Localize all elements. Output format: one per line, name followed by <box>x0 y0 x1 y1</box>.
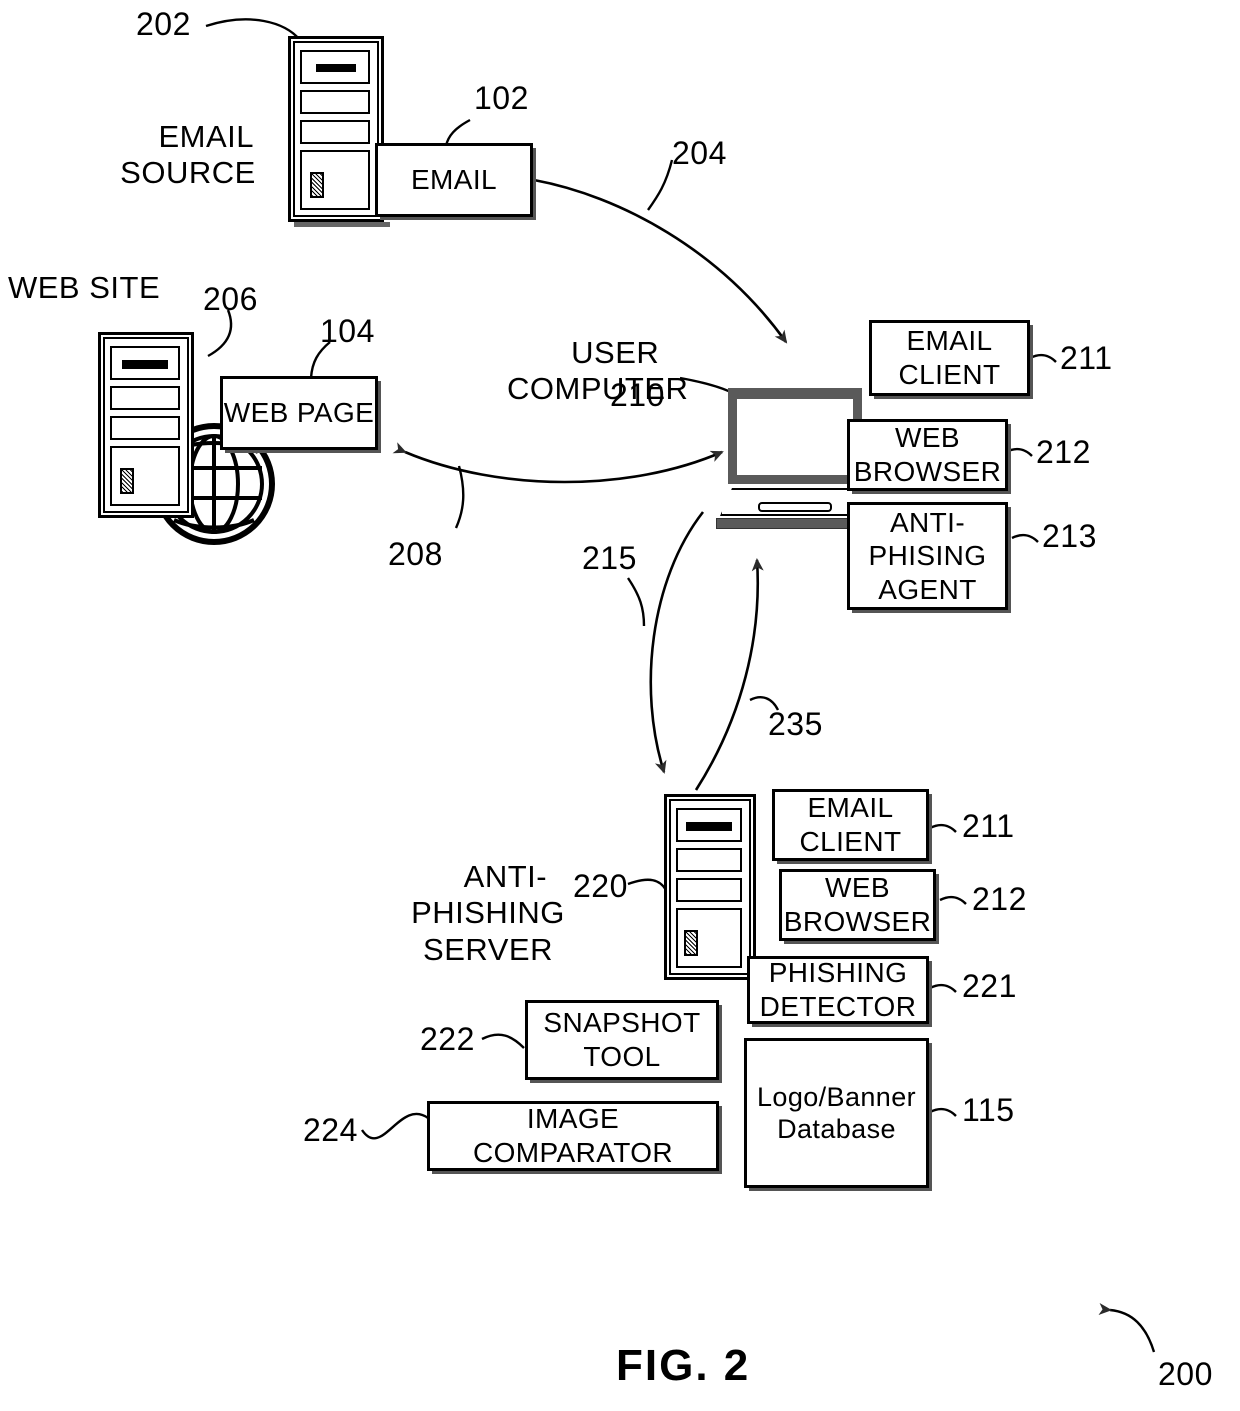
ref-202: 202 <box>136 6 191 42</box>
snapshot-tool-box: SNAPSHOT TOOL <box>525 1000 719 1080</box>
tower-bay-2 <box>676 848 742 872</box>
ref-200: 200 <box>1158 1356 1213 1392</box>
patent-figure-2: EMAIL SOURCE 202 EMAIL 102 204 WEB SITE … <box>0 0 1240 1411</box>
user-email-client-box: EMAIL CLIENT <box>869 320 1030 396</box>
ref-213-user: 213 <box>1042 518 1097 554</box>
tower-power-led <box>684 930 698 956</box>
tower-bay-3 <box>110 416 180 440</box>
figure-caption: FIG. 2 <box>616 1341 751 1390</box>
ref-212-user: 212 <box>1036 434 1091 470</box>
ref-235: 235 <box>768 706 823 742</box>
tower-shadow <box>294 222 390 227</box>
email-source-label: EMAIL SOURCE <box>120 118 256 191</box>
email-box: EMAIL <box>375 143 533 217</box>
ref-102: 102 <box>474 80 529 116</box>
laptop-screen <box>728 388 862 484</box>
tower-drive-slot <box>686 822 732 831</box>
tower-bay-3 <box>300 120 370 144</box>
tower-bay-1 <box>110 346 180 380</box>
user-computer-label: USER COMPUTER <box>507 334 689 407</box>
user-web-browser-box: WEB BROWSER <box>847 419 1008 491</box>
email-source-tower <box>288 36 390 227</box>
ref-206: 206 <box>203 281 258 317</box>
ref-104: 104 <box>320 313 375 349</box>
anti-phishing-server-label: ANTI- PHISHING SERVER <box>411 858 565 967</box>
laptop-trackpad <box>758 502 832 512</box>
ref-215: 215 <box>582 540 637 576</box>
ref-224: 224 <box>303 1112 358 1148</box>
tower-bay-2 <box>110 386 180 410</box>
tower-power-led <box>120 468 134 494</box>
phishing-detector-box: PHISHING DETECTOR <box>747 956 929 1024</box>
web-page-box: WEB PAGE <box>220 376 378 450</box>
server-web-browser-box: WEB BROWSER <box>779 869 936 941</box>
web-site-tower <box>98 332 194 518</box>
tower-drive-slot <box>316 64 356 72</box>
ref-210: 210 <box>610 377 665 413</box>
ref-222: 222 <box>420 1021 475 1057</box>
ref-221: 221 <box>962 968 1017 1004</box>
ref-204: 204 <box>672 135 727 171</box>
web-site-label: WEB SITE <box>8 270 161 305</box>
tower-bay-1 <box>676 808 742 842</box>
ref-208: 208 <box>388 536 443 572</box>
tower-bay-3 <box>676 878 742 902</box>
tower-drive-slot <box>122 360 168 369</box>
ref-211-user: 211 <box>1060 340 1113 376</box>
server-email-client-box: EMAIL CLIENT <box>772 789 929 861</box>
ref-212-server: 212 <box>972 881 1027 917</box>
image-comparator-box: IMAGE COMPARATOR <box>427 1101 719 1171</box>
ref-211-server: 211 <box>962 808 1015 844</box>
tower-bay-2 <box>300 90 370 114</box>
tower-bay-1 <box>300 50 370 84</box>
anti-phishing-server-tower <box>664 794 756 980</box>
user-anti-phishing-agent-box: ANTI- PHISING AGENT <box>847 502 1008 610</box>
tower-power-led <box>310 172 324 198</box>
ref-220: 220 <box>573 868 628 904</box>
ref-115: 115 <box>962 1092 1015 1128</box>
logo-banner-database-box: Logo/Banner Database <box>744 1038 929 1188</box>
